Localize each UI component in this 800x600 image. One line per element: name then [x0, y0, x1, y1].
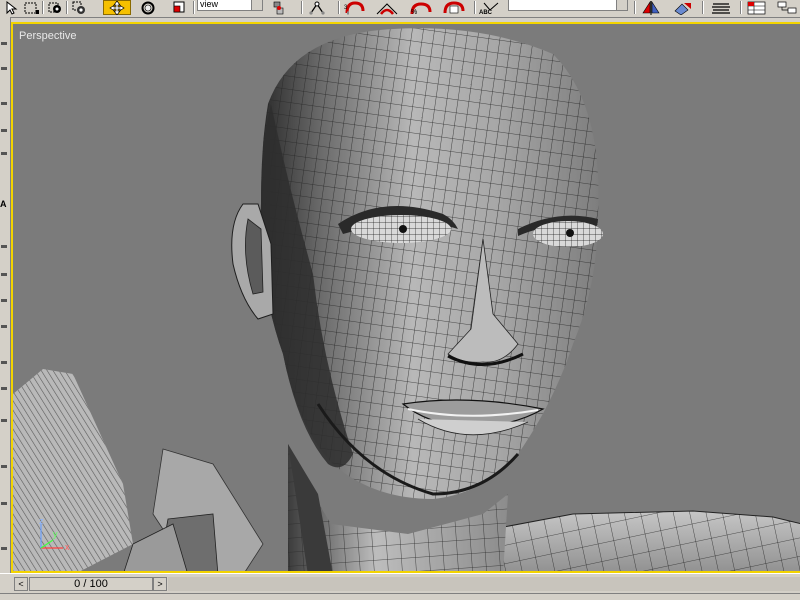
time-slider-track[interactable] [168, 577, 800, 591]
select-by-name-icon[interactable] [46, 0, 64, 15]
strip-marker [1, 102, 7, 105]
spell-check-label: ABC [479, 10, 493, 15]
reference-coordinate-system-dropdown[interactable]: view [197, 0, 263, 11]
frame-display: 0 / 100 [74, 578, 108, 590]
strip-marker [1, 387, 7, 390]
axis-x-label: x [65, 542, 70, 552]
angle-snap-icon[interactable] [375, 0, 399, 15]
strip-marker [1, 67, 7, 70]
select-object-icon[interactable] [2, 0, 20, 15]
select-and-link-icon[interactable] [309, 0, 327, 15]
strip-marker [1, 42, 7, 45]
named-selection-sets-field[interactable] [508, 0, 628, 11]
shoulder-mesh [474, 510, 800, 571]
strip-marker [1, 299, 7, 302]
next-frame-button[interactable]: > [153, 577, 167, 591]
snap-toggle-icon[interactable]: 3 [343, 0, 365, 15]
strip-marker [1, 152, 7, 155]
named-selection-edit-icon[interactable]: ABC [478, 0, 504, 15]
select-and-rotate-icon[interactable] [139, 0, 157, 15]
viewport-label[interactable]: Perspective [19, 30, 76, 42]
mirror-icon[interactable] [640, 0, 662, 15]
viewport-scene [13, 28, 800, 571]
svg-text:%: % [411, 9, 417, 15]
left-command-strip: A [0, 17, 11, 579]
time-slider-bar: < 0 / 100 > [0, 573, 800, 594]
strip-marker [1, 465, 7, 468]
strip-marker [1, 361, 7, 364]
head-mesh [260, 28, 599, 500]
select-by-name-icon-2[interactable] [70, 0, 88, 15]
curve-editor-icon[interactable] [746, 0, 768, 15]
layer-manager-icon[interactable] [708, 0, 734, 15]
previous-frame-button[interactable]: < [14, 577, 28, 591]
main-toolbar: view 3 % ABC [0, 0, 800, 18]
select-and-scale-icon[interactable] [171, 0, 189, 15]
reference-coordinate-value: view [200, 0, 219, 9]
perspective-viewport[interactable]: Perspective z x y [11, 22, 800, 573]
select-region-icon[interactable] [22, 0, 40, 15]
align-icon[interactable] [671, 0, 695, 15]
quiver-mesh [13, 369, 264, 571]
strip-marker [1, 273, 7, 276]
spinner-snap-icon[interactable] [442, 0, 466, 15]
use-pivot-center-icon[interactable] [270, 0, 288, 15]
3dsmax-window: view 3 % ABC A Perspective z x y < 0 / 1… [0, 0, 800, 600]
percent-snap-icon[interactable]: % [409, 0, 433, 15]
select-and-move-icon[interactable] [103, 0, 131, 15]
chevron-down-icon [616, 0, 627, 10]
strip-marker [1, 245, 7, 248]
axis-z-label: z [39, 516, 44, 526]
strip-marker [1, 419, 7, 422]
strip-marker [1, 325, 7, 328]
chevron-down-icon [251, 0, 262, 10]
time-slider[interactable]: 0 / 100 [29, 577, 153, 591]
strip-marker [1, 129, 7, 132]
schematic-view-icon[interactable] [776, 0, 798, 15]
strip-marker [1, 502, 7, 505]
strip-marker [1, 547, 7, 550]
strip-glyph-icon[interactable]: A [0, 199, 7, 209]
track-bar[interactable] [0, 593, 800, 600]
axis-y-label: y [53, 529, 58, 539]
